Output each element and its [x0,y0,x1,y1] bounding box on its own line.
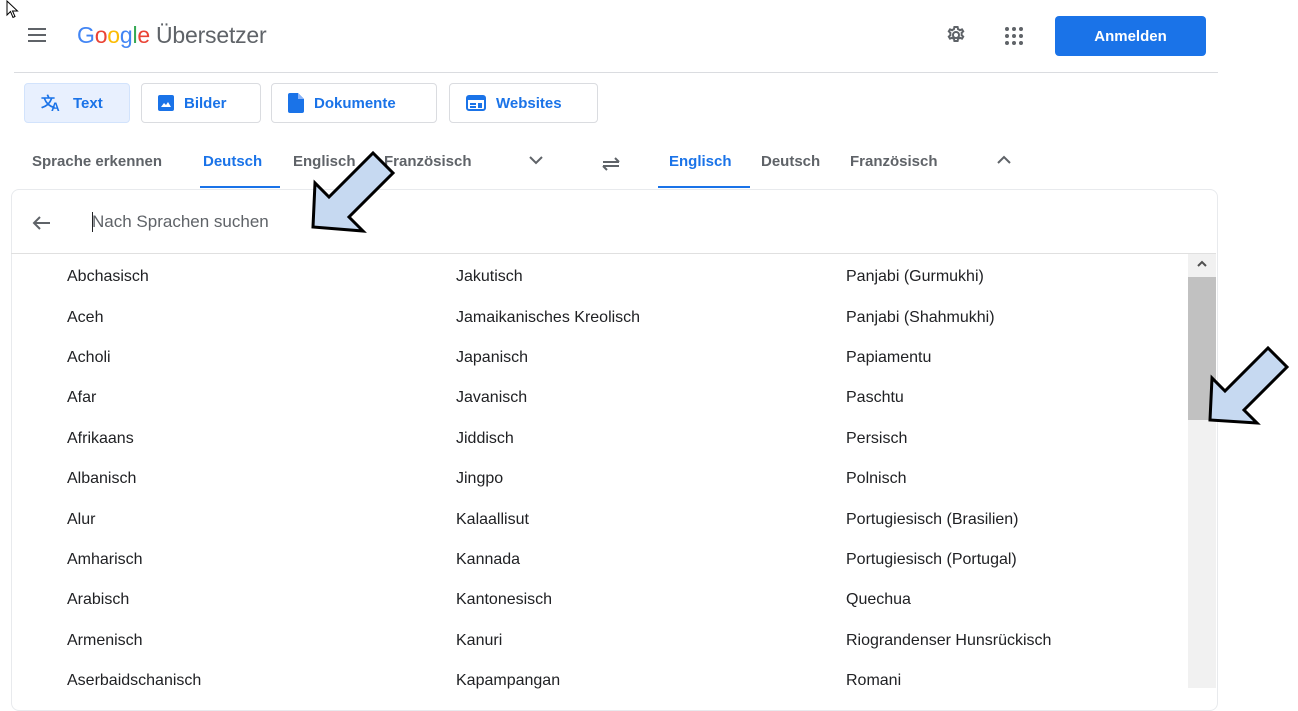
language-item[interactable]: Armenisch [67,621,456,661]
tab-text-label: Text [73,94,103,112]
signin-button[interactable]: Anmelden [1055,16,1206,56]
language-item[interactable]: Portugiesisch (Brasilien) [846,499,1177,539]
back-arrow-icon[interactable] [30,211,54,235]
language-item[interactable]: Afar [67,378,456,418]
language-item[interactable]: Papiamentu [846,338,1177,378]
language-item[interactable]: Acholi [67,338,456,378]
language-search-input[interactable] [90,206,792,238]
source-lang-deutsch[interactable]: Deutsch [203,153,262,170]
language-item[interactable]: Afrikaans [67,419,456,459]
logo-letter: o [94,22,108,48]
app-logo[interactable]: Google Übersetzer [77,22,267,49]
product-name: Übersetzer [156,22,267,48]
hamburger-icon [28,28,46,30]
tab-text[interactable]: 文 A Text [24,83,130,123]
language-item[interactable]: Kantonesisch [456,580,846,620]
logo-letter: g [119,22,133,48]
header-divider [14,72,1218,73]
website-icon [466,95,486,111]
tab-images-label: Bilder [184,94,227,112]
language-item[interactable]: Jingpo [456,459,846,499]
target-lang-franzoesisch[interactable]: Französisch [850,153,938,170]
language-item[interactable]: Kalaallisut [456,499,846,539]
language-item[interactable]: Paschtu [846,378,1177,418]
language-item[interactable]: Panjabi (Shahmukhi) [846,297,1177,337]
language-item[interactable]: Arabisch [67,580,456,620]
settings-gear-icon[interactable] [944,24,968,48]
scrollbar-thumb[interactable] [1188,277,1216,420]
language-item[interactable]: Kapampangan [456,661,846,701]
tab-documents[interactable]: Dokumente [271,83,437,123]
target-lang-deutsch[interactable]: Deutsch [761,153,820,170]
language-item[interactable]: Japanisch [456,338,846,378]
language-item[interactable]: Quechua [846,580,1177,620]
language-item[interactable]: Kannada [456,540,846,580]
language-item[interactable]: Jakutisch [456,257,846,297]
language-item[interactable]: Jamaikanisches Kreolisch [456,297,846,337]
logo-letter: G [77,22,95,48]
translate-icon: 文 A [41,94,60,112]
apps-grid-icon[interactable] [1004,26,1024,46]
search-divider [11,253,1216,254]
text-caret [92,212,93,232]
chevron-up-icon[interactable] [995,153,1013,167]
target-lang-englisch[interactable]: Englisch [669,153,732,170]
scroll-up-button[interactable] [1188,254,1216,274]
swap-languages-icon[interactable] [597,150,625,172]
language-list: Abchasisch Jakutisch Panjabi (Gurmukhi) … [67,257,1177,701]
language-item[interactable]: Jiddisch [456,419,846,459]
language-item[interactable]: Portugiesisch (Portugal) [846,540,1177,580]
language-item[interactable]: Javanisch [456,378,846,418]
language-item[interactable]: Persisch [846,419,1177,459]
language-item[interactable]: Albanisch [67,459,456,499]
chevron-down-icon[interactable] [527,153,545,167]
language-item[interactable]: Aceh [67,297,456,337]
tab-documents-label: Dokumente [314,94,396,112]
target-selected-indicator [658,186,750,188]
language-item[interactable]: Abchasisch [67,257,456,297]
chevron-up-icon [1197,260,1207,267]
main-menu-button[interactable] [28,24,50,46]
tab-images[interactable]: Bilder [141,83,261,123]
language-item[interactable]: Amharisch [67,540,456,580]
language-item[interactable]: Alur [67,499,456,539]
logo-letter: o [107,22,120,48]
language-item[interactable]: Riograndenser Hunsrückisch [846,621,1177,661]
document-icon [288,93,304,113]
source-lang-franzoesisch[interactable]: Französisch [384,153,472,170]
source-lang-detect[interactable]: Sprache erkennen [32,153,162,170]
tab-websites[interactable]: Websites [449,83,598,123]
language-item[interactable]: Aserbaidschanisch [67,661,456,701]
language-item[interactable]: Panjabi (Gurmukhi) [846,257,1177,297]
language-item[interactable]: Romani [846,661,1177,701]
language-item[interactable]: Polnisch [846,459,1177,499]
tab-websites-label: Websites [496,94,562,112]
source-selected-indicator [200,186,280,188]
svg-text:A: A [51,100,60,112]
image-icon [158,95,174,111]
language-item[interactable]: Kanuri [456,621,846,661]
mouse-cursor-icon [6,0,19,19]
source-lang-englisch[interactable]: Englisch [293,153,356,170]
logo-letter: e [137,22,150,48]
